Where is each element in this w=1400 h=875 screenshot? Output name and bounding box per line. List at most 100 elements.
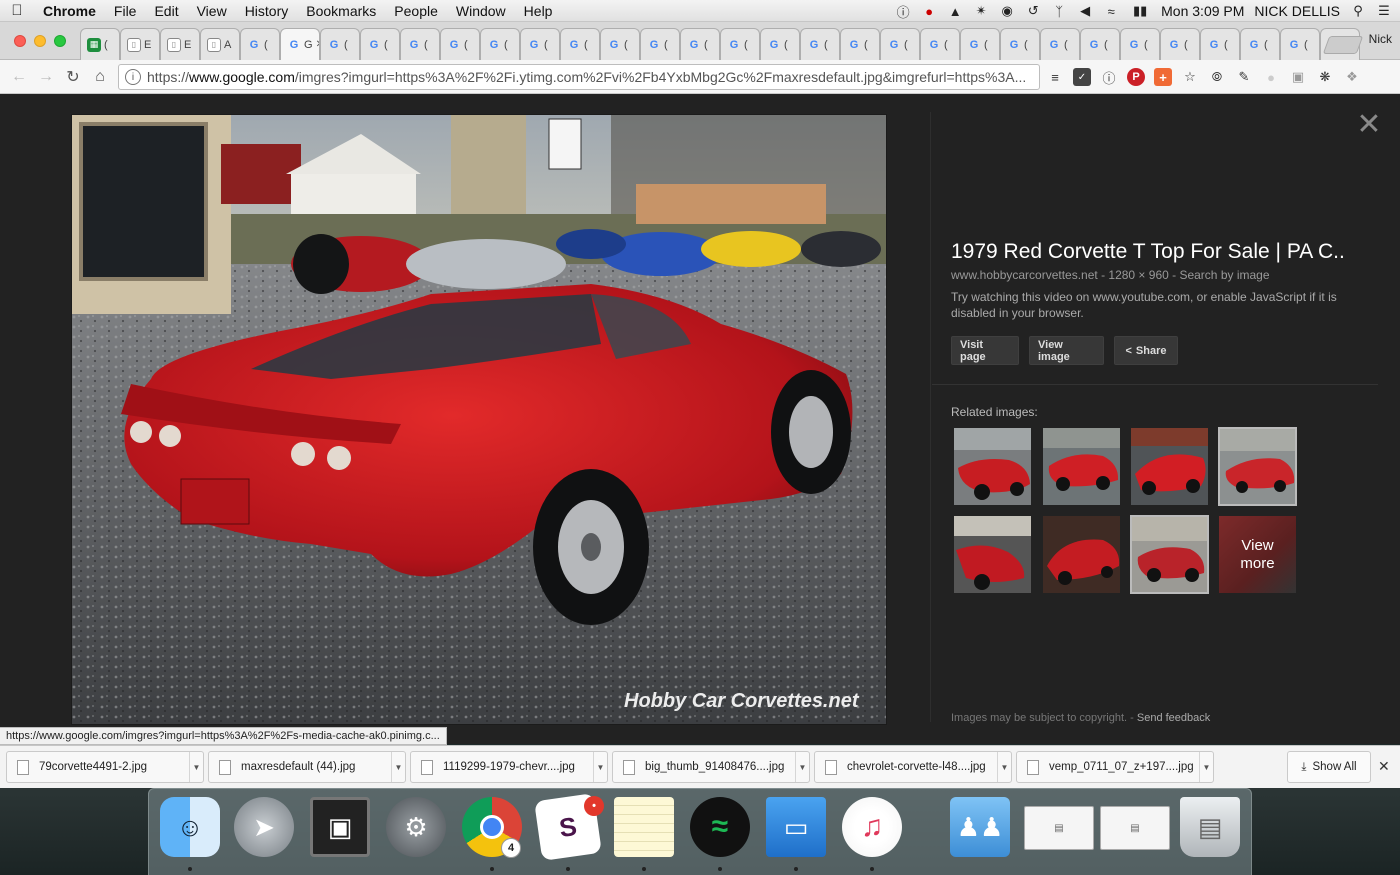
browser-tab[interactable]: G( (680, 28, 720, 60)
plus-icon[interactable]: + (1154, 68, 1172, 86)
browser-tab[interactable]: G( (840, 28, 880, 60)
menu-history[interactable]: History (236, 3, 298, 19)
browser-tab[interactable]: G( (1000, 28, 1040, 60)
image-title[interactable]: 1979 Red Corvette T Top For Sale | PA C.… (951, 240, 1345, 264)
main-image[interactable]: Hobby Car Corvettes.net (71, 114, 887, 725)
eyedropper-icon[interactable]: ✎ (1235, 68, 1253, 86)
related-image-7[interactable] (1130, 515, 1209, 594)
chevron-down-icon[interactable]: ▼ (189, 752, 203, 782)
browser-tab[interactable]: G( (1080, 28, 1120, 60)
star-icon[interactable]: ☆ (1181, 68, 1199, 86)
zoom-window-button[interactable] (54, 35, 66, 47)
spotify-icon[interactable]: ≈ (690, 797, 750, 857)
launchpad-icon[interactable]: ➤ (234, 797, 294, 857)
system-preferences-icon[interactable]: ⚙ (386, 797, 446, 857)
info-icon[interactable]: ⓘ (1100, 68, 1118, 86)
close-window-button[interactable] (14, 35, 26, 47)
chevron-down-icon[interactable]: ▼ (391, 752, 405, 782)
send-feedback-link[interactable]: Send feedback (1137, 712, 1210, 724)
browser-tab[interactable]: G( (1280, 28, 1320, 60)
new-tab-button[interactable] (1322, 36, 1364, 54)
browser-tab[interactable]: G( (1040, 28, 1080, 60)
browser-tab[interactable]: G( (320, 28, 360, 60)
keynote-icon[interactable]: ▭ (766, 797, 826, 857)
menu-people[interactable]: People (385, 3, 447, 19)
buffer-icon[interactable]: ≡ (1046, 68, 1064, 86)
browser-tab[interactable]: GG✕ (280, 28, 320, 60)
browser-tab[interactable]: G( (800, 28, 840, 60)
home-button[interactable]: ⌂ (89, 66, 111, 88)
browser-tab[interactable]: G( (920, 28, 960, 60)
visit-page-button[interactable]: Visit page (951, 336, 1019, 365)
reload-button[interactable]: ↻ (62, 66, 84, 88)
browser-tab[interactable]: G( (360, 28, 400, 60)
related-image-3[interactable] (1130, 427, 1209, 506)
browser-tab[interactable]: G( (1200, 28, 1240, 60)
show-all-downloads-button[interactable]: ⤓ Show All (1287, 751, 1371, 783)
menu-view[interactable]: View (188, 3, 236, 19)
documents-folder-icon[interactable]: ♟♟ (950, 797, 1010, 857)
trash-icon[interactable]: ▤ (1180, 797, 1240, 857)
browser-tab[interactable]: G( (600, 28, 640, 60)
apple-icon[interactable]:  (0, 2, 34, 19)
browser-tab[interactable]: G( (440, 28, 480, 60)
image-icon[interactable]: ▣ (1289, 68, 1307, 86)
download-item[interactable]: chevrolet-corvette-l48....jpg ▼ (814, 751, 1012, 783)
notification-center-icon[interactable]: ☰ (1376, 3, 1392, 19)
menu-bookmarks[interactable]: Bookmarks (297, 3, 385, 19)
view-more-button[interactable]: View more (1218, 515, 1297, 594)
menu-help[interactable]: Help (515, 3, 562, 19)
window-preview-2[interactable]: ▤ (1100, 806, 1170, 850)
info-status-icon[interactable]: ⓘ (895, 3, 911, 20)
browser-tab[interactable]: G( (1240, 28, 1280, 60)
browser-tab[interactable]: ▯ A (200, 28, 240, 60)
bluetooth-icon[interactable]: ᛉ (1051, 3, 1067, 19)
browser-tab[interactable]: G( (240, 28, 280, 60)
pocket-icon[interactable]: ✓ (1073, 68, 1091, 86)
pinwheel-status-icon[interactable]: ✴ (973, 3, 989, 19)
view-image-button[interactable]: View image (1029, 336, 1104, 365)
share-button[interactable]: < Share (1114, 336, 1178, 365)
close-shelf-icon[interactable]: ✕ (1378, 758, 1390, 775)
user-name[interactable]: NICK DELLIS (1254, 3, 1340, 19)
back-button[interactable]: ← (8, 66, 30, 88)
menu-window[interactable]: Window (447, 3, 515, 19)
profile-button[interactable]: Nick (1369, 32, 1392, 46)
forward-button[interactable]: → (35, 66, 57, 88)
notes-icon[interactable] (614, 797, 674, 857)
menu-app-name[interactable]: Chrome (34, 3, 105, 19)
browser-tab[interactable]: G( (520, 28, 560, 60)
download-item[interactable]: big_thumb_91408476....jpg ▼ (612, 751, 810, 783)
site-info-icon[interactable]: i (125, 69, 141, 85)
puzzle-icon[interactable]: ❖ (1343, 68, 1361, 86)
related-image-5[interactable] (953, 515, 1032, 594)
photo-app-icon[interactable]: ▣ (310, 797, 370, 857)
wifi-icon[interactable]: ≈ (1103, 3, 1119, 19)
chevron-down-icon[interactable]: ▼ (1199, 752, 1213, 782)
related-image-2[interactable] (1042, 427, 1121, 506)
bug-icon[interactable]: ❋ (1316, 68, 1334, 86)
pinterest-icon[interactable]: P (1127, 68, 1145, 86)
download-item[interactable]: vemp_0711_07_z+197....jpg ▼ (1016, 751, 1214, 783)
image-meta[interactable]: www.hobbycarcorvettes.net - 1280 × 960 -… (951, 268, 1270, 282)
minimize-window-button[interactable] (34, 35, 46, 47)
browser-tab[interactable]: G( (640, 28, 680, 60)
browser-tab[interactable]: G( (1120, 28, 1160, 60)
finder-icon[interactable]: ☺ (160, 797, 220, 857)
download-item[interactable]: 79corvette4491-2.jpg ▼ (6, 751, 204, 783)
itunes-icon[interactable]: ♫ (842, 797, 902, 857)
chevron-down-icon[interactable]: ▼ (997, 752, 1011, 782)
related-image-1[interactable] (953, 427, 1032, 506)
browser-tab[interactable]: G( (960, 28, 1000, 60)
circle-icon[interactable]: ● (1262, 68, 1280, 86)
browser-tab[interactable]: ▦( (80, 28, 120, 60)
chevron-down-icon[interactable]: ▼ (795, 752, 809, 782)
volume-icon[interactable]: ◀ (1077, 3, 1093, 19)
spotlight-search-icon[interactable]: ⚲ (1350, 3, 1366, 19)
close-icon[interactable]: ✕ (1356, 110, 1382, 140)
browser-tab[interactable]: G( (760, 28, 800, 60)
browser-tab[interactable]: G( (560, 28, 600, 60)
browser-tab[interactable]: G( (1160, 28, 1200, 60)
notification-status-icon[interactable]: ● (921, 3, 937, 19)
battery-icon[interactable]: ▮▮ (1129, 3, 1151, 19)
